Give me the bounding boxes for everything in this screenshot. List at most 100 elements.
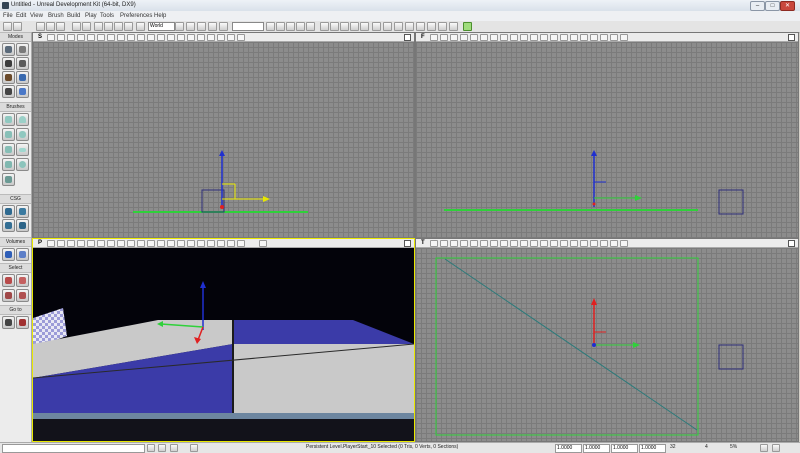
camera-speed-icon[interactable] — [177, 34, 185, 41]
stats-icon[interactable] — [217, 34, 225, 41]
light-complexity-icon[interactable] — [107, 240, 115, 247]
translate-icon[interactable] — [104, 22, 113, 31]
grid-icon[interactable] — [197, 240, 205, 247]
maximize-viewport-icon[interactable] — [404, 240, 411, 247]
grid-size-value[interactable]: 32 — [670, 444, 676, 450]
build-cover-icon[interactable] — [296, 22, 305, 31]
save-all-icon[interactable] — [46, 22, 55, 31]
matinee-icon[interactable] — [219, 22, 228, 31]
view-mode-icon[interactable] — [440, 34, 448, 41]
add-volume-icon[interactable] — [2, 248, 15, 261]
foliage-mode-icon[interactable] — [2, 85, 15, 98]
lock-selection-icon[interactable] — [147, 444, 155, 452]
coordinate-system-dropdown[interactable]: World — [148, 22, 175, 31]
reload-icon[interactable] — [427, 22, 436, 31]
lock-icon[interactable] — [550, 240, 558, 247]
cube-brush-icon[interactable] — [2, 113, 15, 126]
close-button[interactable]: ✕ — [780, 1, 795, 11]
minimize-button[interactable]: – — [750, 1, 765, 11]
sphere-brush-icon[interactable] — [16, 158, 29, 171]
cook-icon[interactable] — [394, 22, 403, 31]
lighting-only-icon[interactable] — [480, 34, 488, 41]
csg-intersect-icon[interactable] — [2, 219, 15, 232]
realtime-audio-icon[interactable] — [207, 240, 215, 247]
realtime-audio-icon[interactable] — [207, 34, 215, 41]
maximize-viewport-icon[interactable] — [404, 34, 411, 41]
cut-icon[interactable] — [56, 22, 65, 31]
notifications-icon[interactable] — [772, 444, 780, 452]
lightmap-density-icon[interactable] — [520, 240, 528, 247]
find-actor-icon[interactable] — [186, 22, 195, 31]
lighting-icon[interactable] — [147, 240, 155, 247]
maximize-viewport-icon[interactable] — [788, 34, 795, 41]
wireframe-icon[interactable] — [450, 34, 458, 41]
console-toggle-icon[interactable] — [449, 22, 458, 31]
viewport-canvas[interactable] — [416, 248, 798, 441]
light-complexity-icon[interactable] — [490, 240, 498, 247]
csg-subtract-icon[interactable] — [16, 205, 29, 218]
game-view-icon[interactable] — [157, 34, 165, 41]
viewport-front[interactable]: F — [415, 32, 799, 239]
shader-complexity-icon[interactable] — [127, 34, 135, 41]
lock-icon[interactable] — [550, 34, 558, 41]
play-in-viewport-icon[interactable] — [187, 240, 195, 247]
device-icon[interactable] — [360, 22, 369, 31]
viewport-side[interactable]: S — [32, 32, 415, 239]
stats-icon[interactable] — [217, 240, 225, 247]
menu-edit[interactable]: Edit — [16, 13, 26, 19]
cone-brush-icon[interactable] — [16, 113, 29, 126]
wireframe-icon[interactable] — [67, 34, 75, 41]
settings-icon[interactable] — [405, 22, 414, 31]
play-in-editor-icon[interactable] — [259, 240, 267, 247]
play-in-viewport-icon[interactable] — [570, 240, 578, 247]
menu-brush[interactable]: Brush — [48, 13, 64, 19]
spiral-stair-brush-icon[interactable] — [2, 158, 15, 171]
view-mode-icon[interactable] — [440, 240, 448, 247]
viewport-type-label[interactable]: P — [38, 240, 42, 246]
play-icon[interactable] — [237, 34, 245, 41]
select-volume-icon[interactable] — [2, 274, 15, 287]
wireframe-icon[interactable] — [450, 240, 458, 247]
maximize-button[interactable]: □ — [765, 1, 780, 11]
sheet-brush-icon[interactable] — [16, 143, 29, 156]
new-icon[interactable] — [3, 22, 12, 31]
menu-view[interactable]: View — [30, 13, 43, 19]
scale-nonuniform-icon[interactable] — [136, 22, 145, 31]
kismet-icon[interactable] — [208, 22, 217, 31]
texture-mode-icon[interactable] — [2, 71, 15, 84]
lit-icon[interactable] — [77, 240, 85, 247]
menu-preferences[interactable]: Preferences — [120, 13, 152, 19]
menu-build[interactable]: Build — [67, 13, 80, 19]
autosave-icon[interactable] — [760, 444, 768, 452]
platform-icon[interactable] — [372, 22, 381, 31]
lock-icon[interactable] — [167, 240, 175, 247]
csg-add-icon[interactable] — [2, 205, 15, 218]
open-icon[interactable] — [13, 22, 22, 31]
launch-icon[interactable] — [383, 22, 392, 31]
drag-grid-icon[interactable] — [158, 444, 166, 452]
rotate-icon[interactable] — [114, 22, 123, 31]
viewport-type-label[interactable]: S — [38, 34, 42, 40]
lighting-only-icon[interactable] — [97, 34, 105, 41]
save-icon[interactable] — [36, 22, 45, 31]
preview-icon[interactable] — [320, 22, 329, 31]
redo-icon[interactable] — [82, 22, 91, 31]
grid-icon[interactable] — [580, 34, 588, 41]
volumetric-brush-icon[interactable] — [2, 173, 15, 186]
fps-icon[interactable] — [610, 240, 618, 247]
cylinder-brush-icon[interactable] — [16, 128, 29, 141]
build-lighting-icon[interactable] — [276, 22, 285, 31]
scale-snap-value[interactable]: 5% — [730, 444, 737, 450]
invert-selection-icon[interactable] — [16, 289, 29, 302]
shader-complexity-icon[interactable] — [127, 240, 135, 247]
shader-complexity-icon[interactable] — [510, 240, 518, 247]
camera-speed-icon[interactable] — [560, 34, 568, 41]
goto-actor-icon[interactable] — [2, 316, 15, 329]
geometry-mode-icon[interactable] — [16, 43, 29, 56]
texture-density-icon[interactable] — [500, 34, 508, 41]
maximize-viewport-icon[interactable] — [788, 240, 795, 247]
stats-icon[interactable] — [600, 240, 608, 247]
lightmap-density-icon[interactable] — [137, 34, 145, 41]
fps-icon[interactable] — [610, 34, 618, 41]
view-mode-icon[interactable] — [57, 240, 65, 247]
